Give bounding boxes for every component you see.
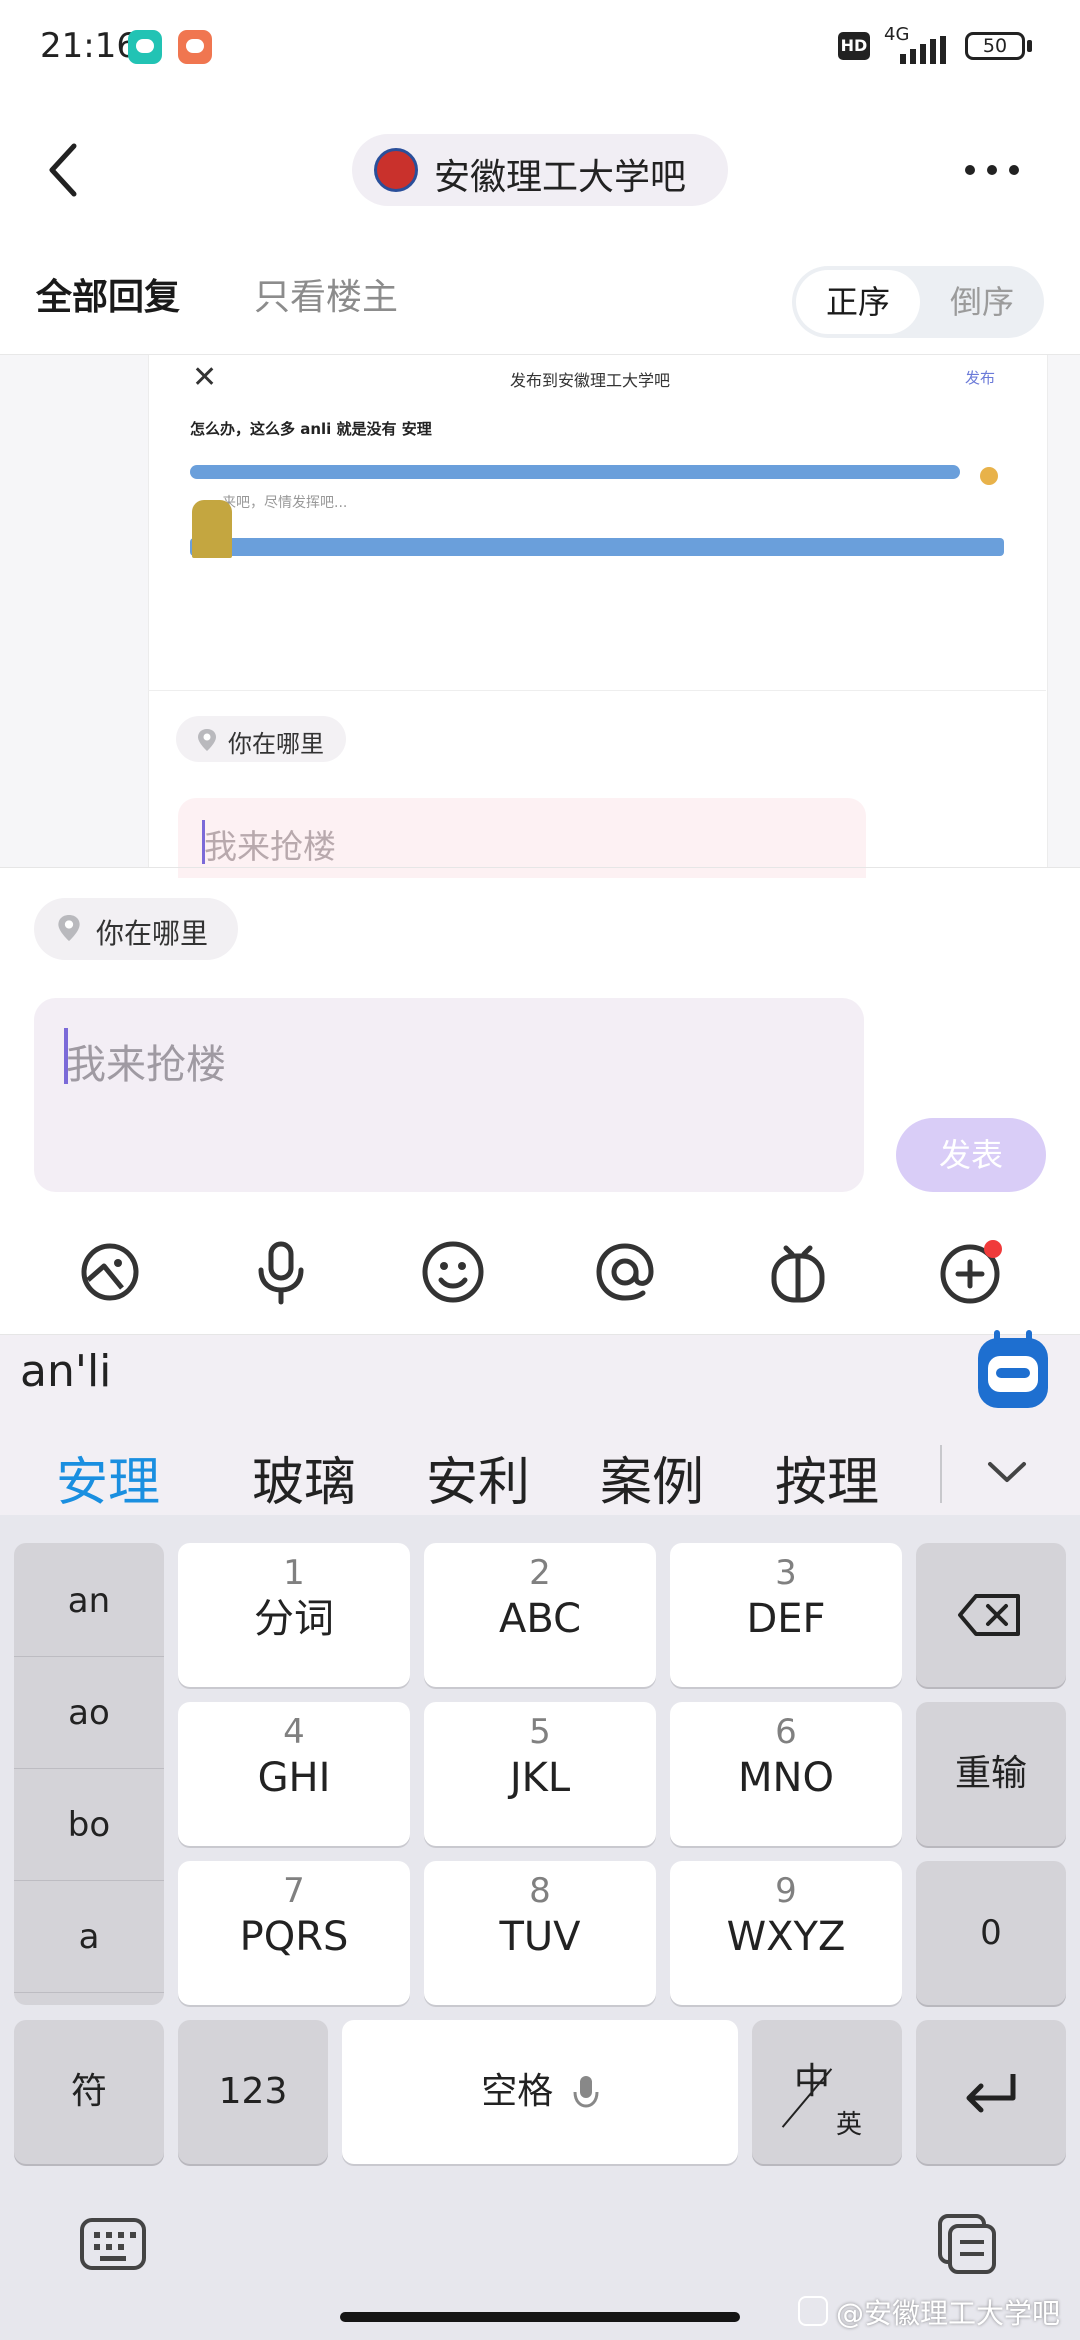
pinyin-option[interactable]: bo	[14, 1769, 164, 1881]
microphone-icon	[573, 2076, 599, 2108]
number-mode-key[interactable]: 123	[178, 2020, 328, 2164]
battery-icon: 50	[965, 32, 1025, 60]
watermark: @安徽理工大学吧	[836, 2297, 1061, 2330]
watermark-logo-icon	[798, 2296, 828, 2326]
close-icon: ✕	[192, 360, 218, 395]
key-1[interactable]: 1 分词	[178, 1543, 410, 1687]
app-notification-icon	[128, 30, 162, 64]
candidate-bar	[0, 1335, 1080, 1515]
key-7[interactable]: 7 PQRS	[178, 1861, 410, 2005]
embedded-mascot-image	[192, 500, 232, 558]
reply-input[interactable]	[34, 998, 864, 1192]
hd-badge: HD	[838, 32, 870, 60]
more-icon[interactable]	[960, 150, 1024, 190]
home-indicator[interactable]	[340, 2312, 740, 2322]
key-4[interactable]: 4 GHI	[178, 1702, 410, 1846]
key-2[interactable]: 2 ABC	[424, 1543, 656, 1687]
key-letters: JKL	[509, 1755, 571, 1801]
composing-text: an'li	[20, 1346, 112, 1397]
forum-logo	[374, 148, 418, 192]
tv-icon[interactable]	[762, 1236, 834, 1308]
tab-all-replies[interactable]: 全部回复	[36, 268, 180, 320]
key-letters: TUV	[499, 1914, 581, 1960]
forum-title[interactable]: 安徽理工大学吧	[434, 148, 686, 200]
key-number: 5	[529, 1712, 551, 1752]
key-3[interactable]: 3 DEF	[670, 1543, 902, 1687]
reply-placeholder[interactable]: 我来抢楼	[66, 1032, 226, 1090]
space-label: 空格	[481, 2071, 554, 2112]
embedded-text: 怎么办，这么多 anli 就是没有 安理	[190, 420, 432, 438]
mention-icon[interactable]	[589, 1236, 661, 1308]
clipboard-icon[interactable]	[934, 2212, 1000, 2278]
key-9[interactable]: 9 WXYZ	[670, 1861, 902, 2005]
backspace-key[interactable]	[916, 1543, 1066, 1687]
embedded-title: 发布到安徽理工大学吧	[510, 371, 671, 390]
image-icon[interactable]	[74, 1236, 146, 1308]
publish-button[interactable]: 发表	[896, 1118, 1046, 1192]
key-0[interactable]: 0	[916, 1861, 1066, 2005]
key-number: 2	[529, 1553, 551, 1593]
back-icon[interactable]	[40, 140, 90, 200]
candidate-word[interactable]: 安理	[56, 1440, 160, 1515]
chevron-down-icon[interactable]	[982, 1452, 1032, 1492]
enter-key[interactable]	[916, 2020, 1066, 2164]
pinyin-option[interactable]: a	[14, 1881, 164, 1993]
keyboard-icon[interactable]	[78, 2214, 148, 2274]
key-number: 6	[775, 1712, 797, 1752]
key-letters: DEF	[746, 1596, 826, 1642]
reset-key[interactable]: 重输	[916, 1702, 1066, 1846]
pinyin-option[interactable]: ao	[14, 1657, 164, 1769]
enter-icon	[966, 2074, 1016, 2113]
app-notification-icon	[178, 30, 212, 64]
location-text[interactable]: 你在哪里	[96, 912, 208, 952]
candidate-word[interactable]: 按理	[775, 1440, 879, 1515]
embedded-banner	[190, 465, 960, 479]
key-6[interactable]: 6 MNO	[670, 1702, 902, 1846]
key-letters: WXYZ	[726, 1914, 846, 1960]
embedded-banner	[190, 538, 1004, 556]
key-number: 9	[775, 1871, 797, 1911]
backspace-icon	[958, 1594, 1020, 1636]
key-letters: PQRS	[239, 1914, 349, 1960]
embedded-post-label: 发布	[965, 369, 996, 387]
emoji-icon[interactable]	[417, 1236, 489, 1308]
candidate-word[interactable]: 案例	[600, 1440, 704, 1515]
embedded-input-text: 我来抢楼	[204, 827, 336, 866]
notification-dot	[984, 1240, 1002, 1258]
assistant-robot-icon[interactable]	[978, 1330, 1048, 1408]
embedded-location-text: 你在哪里	[228, 730, 324, 758]
key-number: 3	[775, 1553, 797, 1593]
microphone-icon[interactable]	[245, 1236, 317, 1308]
pinyin-option[interactable]: an	[14, 1545, 164, 1657]
embedded-emoji-icon	[980, 467, 998, 485]
key-number: 4	[283, 1712, 305, 1752]
divider	[148, 690, 1046, 691]
space-key[interactable]: 空格	[342, 2020, 738, 2164]
key-number: 1	[283, 1553, 305, 1593]
key-letters: MNO	[738, 1755, 834, 1801]
tab-op-only[interactable]: 只看楼主	[254, 268, 398, 320]
key-number: 7	[283, 1871, 305, 1911]
divider	[0, 867, 1080, 868]
location-pin-icon	[58, 915, 80, 941]
symbol-key[interactable]: 符	[14, 2020, 164, 2164]
location-pin-icon	[198, 729, 216, 751]
signal-icon	[900, 36, 946, 64]
key-letters: ABC	[498, 1596, 582, 1642]
key-letters: GHI	[257, 1755, 331, 1801]
sort-descending-button[interactable]: 倒序	[920, 270, 1044, 334]
embedded-placeholder: 来吧，尽情发挥吧...	[222, 495, 348, 511]
key-letters: 分词	[254, 1596, 334, 1642]
lang-en-label: 英	[836, 2110, 863, 2140]
candidate-word[interactable]: 安利	[426, 1440, 530, 1515]
candidate-word[interactable]: 玻璃	[252, 1440, 356, 1515]
key-5[interactable]: 5 JKL	[424, 1702, 656, 1846]
key-number: 8	[529, 1871, 551, 1911]
sort-ascending-button[interactable]: 正序	[796, 270, 920, 334]
status-time: 21:16	[40, 26, 138, 66]
divider	[940, 1445, 942, 1503]
key-8[interactable]: 8 TUV	[424, 1861, 656, 2005]
battery-tip	[1027, 40, 1032, 52]
